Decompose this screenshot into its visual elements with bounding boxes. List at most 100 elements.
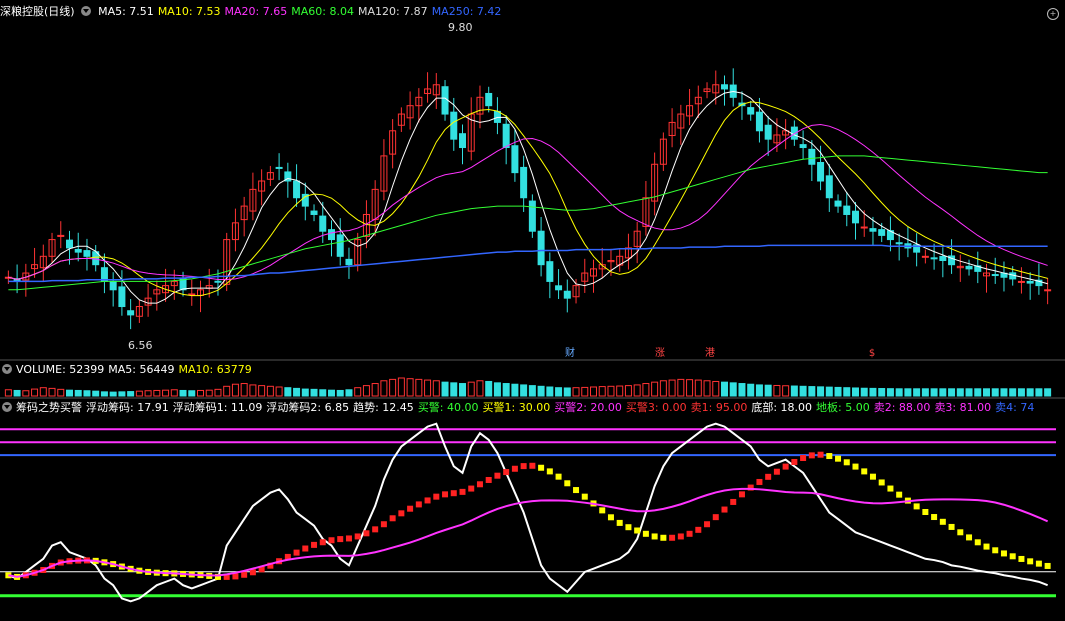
volume-bar xyxy=(755,384,763,397)
volume-bar xyxy=(100,391,108,397)
volume-bar xyxy=(878,388,886,397)
volume-bar xyxy=(1026,388,1034,397)
volume-bar xyxy=(275,386,283,397)
volume-bar xyxy=(66,389,73,397)
event-tag-hk[interactable]: 港 xyxy=(702,347,718,361)
candle-body xyxy=(537,230,545,266)
expand-icon[interactable]: + xyxy=(1047,8,1059,20)
chip-block xyxy=(599,507,606,514)
candle-body xyxy=(310,210,318,215)
chip-block xyxy=(738,491,745,498)
stock-title[interactable]: 深粮控股(日线) xyxy=(0,5,75,18)
dropdown-icon[interactable] xyxy=(2,402,12,412)
volume-bar xyxy=(869,387,877,397)
chip-block xyxy=(555,473,562,480)
volume-bar xyxy=(4,389,12,397)
chip-block xyxy=(232,573,239,580)
volume-header-item: VOLUME: 52399 xyxy=(16,363,105,376)
chip-block xyxy=(398,510,405,517)
low-annotation: 6.56 xyxy=(128,339,153,352)
volume-bar xyxy=(476,380,484,397)
candle-body xyxy=(528,200,536,232)
dropdown-icon[interactable] xyxy=(2,364,12,374)
chart-svg xyxy=(0,68,1065,603)
chip-block xyxy=(974,539,981,546)
candle-body xyxy=(563,290,571,299)
chip-block xyxy=(468,485,475,492)
chip-block xyxy=(922,509,929,516)
event-tag-rise[interactable]: 涨 xyxy=(652,347,668,361)
volume-bar xyxy=(328,389,335,397)
candle-body xyxy=(1044,289,1052,292)
candle-body xyxy=(930,257,938,260)
volume-bar xyxy=(624,385,632,397)
volume-bar xyxy=(817,386,825,397)
indicator-header-item: 浮动筹码2: 6.85 xyxy=(266,401,350,414)
chip-block xyxy=(529,462,536,469)
volume-bar xyxy=(118,391,126,397)
volume-bar xyxy=(520,384,528,397)
volume-bar xyxy=(686,379,694,397)
chip-block xyxy=(835,455,842,462)
chip-block xyxy=(634,527,641,534)
volume-bar xyxy=(659,380,667,397)
volume-bar xyxy=(74,389,82,397)
volume-bar xyxy=(39,387,47,397)
chip-block xyxy=(896,491,903,498)
indicator-header-item: 筹码之势买警 xyxy=(16,401,82,414)
volume-bar xyxy=(380,380,388,397)
chip-block xyxy=(433,493,440,500)
volume-bar xyxy=(371,383,379,397)
main-header-item: MA10: 7.53 xyxy=(157,5,221,18)
volume-bar xyxy=(598,386,606,397)
chip-block xyxy=(782,463,789,470)
chip-block xyxy=(817,451,824,458)
volume-bar xyxy=(607,385,615,397)
chip-block xyxy=(319,539,326,546)
volume-bar xyxy=(825,386,833,397)
floating-chip-line xyxy=(8,487,1049,578)
volume-bar xyxy=(537,385,545,397)
volume-bar xyxy=(1044,388,1052,397)
candle-body xyxy=(869,228,877,232)
event-tag-dollar[interactable]: $ xyxy=(864,347,880,361)
volume-bar xyxy=(450,382,458,397)
volume-bar xyxy=(563,387,571,397)
chip-block xyxy=(800,455,807,462)
candle-body xyxy=(852,210,859,224)
volume-bar xyxy=(415,378,423,397)
volume-bar xyxy=(729,382,737,397)
main-header-item: MA20: 7.65 xyxy=(224,5,288,18)
candle-body xyxy=(747,107,755,115)
chip-block xyxy=(642,530,649,537)
chip-block xyxy=(913,503,920,510)
candle-body xyxy=(319,215,327,232)
volume-bar xyxy=(834,386,842,397)
candle-body xyxy=(921,255,929,258)
chip-block xyxy=(546,468,553,475)
volume-header-item: MA10: 63779 xyxy=(178,363,252,376)
event-tag-finance[interactable]: 财 xyxy=(562,347,578,361)
volume-bar xyxy=(555,387,563,397)
volume-bar xyxy=(92,390,100,397)
volume-bar xyxy=(485,380,493,397)
volume-bar xyxy=(991,388,999,397)
dropdown-icon[interactable] xyxy=(80,6,91,16)
indicator-header-item: 买警2: 20.00 xyxy=(554,401,622,414)
volume-bar xyxy=(293,387,301,397)
volume-bar xyxy=(677,378,685,397)
candle-body xyxy=(834,200,842,207)
candle-body xyxy=(214,280,222,283)
chip-block xyxy=(616,519,623,526)
volume-bar xyxy=(642,383,650,397)
candle-body xyxy=(485,92,493,107)
chip-block xyxy=(476,481,483,488)
volume-bar xyxy=(974,388,982,397)
volume-bar xyxy=(31,388,39,397)
volume-bar xyxy=(441,381,449,397)
chip-block xyxy=(791,458,798,465)
candle-body xyxy=(293,180,301,199)
volume-bar xyxy=(301,388,309,397)
chip-block xyxy=(520,463,527,470)
chip-block xyxy=(581,493,588,500)
